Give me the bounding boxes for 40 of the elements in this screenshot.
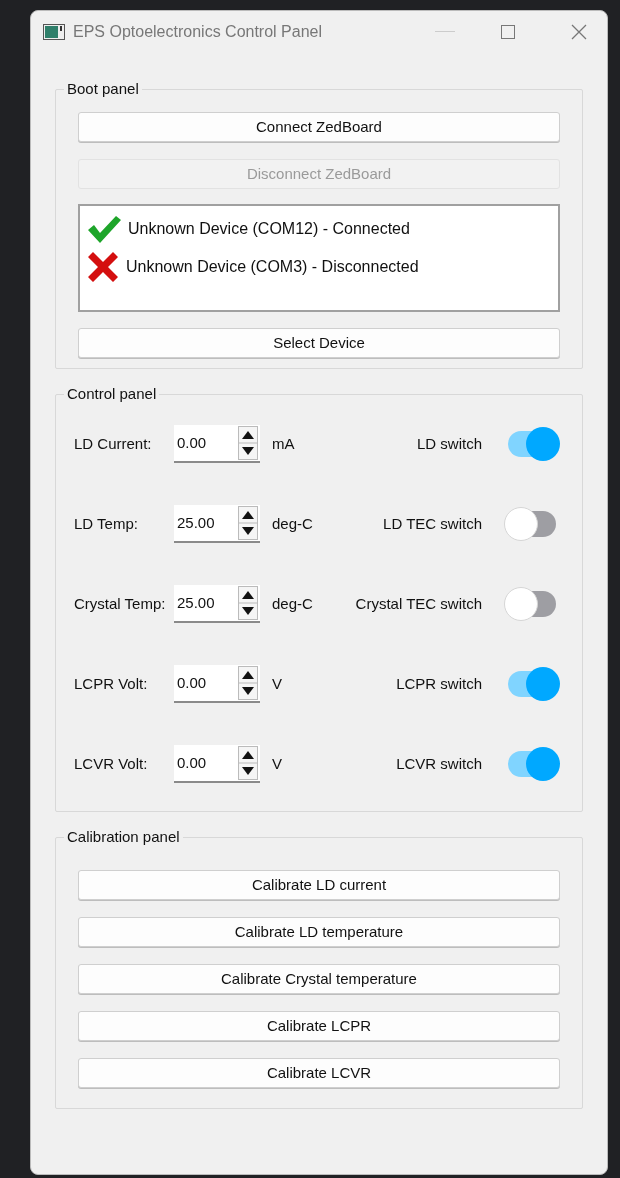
- spin-box[interactable]: 25.00: [174, 585, 260, 623]
- push-button[interactable]: Calibrate LD current: [78, 870, 560, 900]
- field-label: LD Current:: [74, 433, 153, 454]
- spin-box[interactable]: 0.00: [174, 745, 260, 783]
- switch-label: Crystal TEC switch: [355, 593, 482, 614]
- unit-label: V: [272, 673, 283, 694]
- switch-label: LCPR switch: [396, 673, 482, 694]
- field-label: LD Temp:: [74, 513, 139, 534]
- field-label: Crystal Temp:: [74, 593, 167, 614]
- spin-arrows-icon[interactable]: [238, 426, 258, 460]
- unit-label: deg-C: [272, 593, 314, 614]
- spin-arrows-icon[interactable]: [238, 746, 258, 780]
- spin-box[interactable]: 25.00: [174, 505, 260, 543]
- maximize-icon[interactable]: [501, 25, 515, 39]
- push-button[interactable]: Calibrate LCPR: [78, 1011, 560, 1041]
- close-icon[interactable]: [571, 24, 587, 40]
- window-title: EPS Optoelectronics Control Panel: [73, 22, 322, 42]
- push-button[interactable]: Calibrate LCVR: [78, 1058, 560, 1088]
- field-label: LCVR Volt:: [74, 753, 149, 774]
- push-button[interactable]: Connect ZedBoard: [78, 112, 560, 142]
- spin-box[interactable]: 0.00: [174, 665, 260, 703]
- switch-label: LD switch: [416, 433, 482, 454]
- unit-label: mA: [272, 433, 296, 454]
- spin-arrows-icon[interactable]: [238, 506, 258, 540]
- unit-label: V: [272, 753, 283, 774]
- check-icon: [86, 214, 122, 244]
- device-item[interactable]: Unknown Device (COM12) - Connected: [86, 212, 558, 246]
- spin-box[interactable]: 0.00: [174, 425, 260, 463]
- switch-label: LD TEC switch: [383, 513, 482, 534]
- switch-label: LCVR switch: [396, 753, 482, 774]
- push-button[interactable]: Calibrate LD temperature: [78, 917, 560, 947]
- unit-label: deg-C: [272, 513, 314, 534]
- push-button[interactable]: Select Device: [78, 328, 560, 358]
- app-icon: [43, 24, 65, 40]
- field-label: LCPR Volt:: [74, 673, 149, 694]
- cross-icon: [86, 250, 120, 284]
- device-item[interactable]: Unknown Device (COM3) - Disconnected: [86, 250, 558, 284]
- spin-arrows-icon[interactable]: [238, 586, 258, 620]
- spin-arrows-icon[interactable]: [238, 666, 258, 700]
- push-button[interactable]: Calibrate Crystal temperature: [78, 964, 560, 994]
